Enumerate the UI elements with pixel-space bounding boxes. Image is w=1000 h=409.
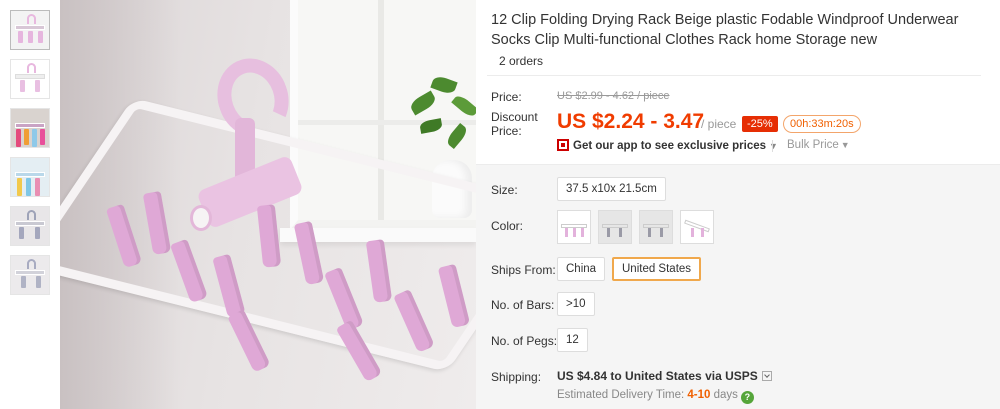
- bulk-price-text: Bulk Price: [787, 139, 839, 151]
- bars-option[interactable]: >10: [557, 292, 595, 316]
- discount-label-line2: Price:: [491, 124, 522, 138]
- thumbnail-5[interactable]: [10, 206, 50, 246]
- qr-code-icon: [557, 139, 569, 151]
- pegs-option[interactable]: 12: [557, 328, 588, 352]
- delivery-estimate: Estimated Delivery Time: 4-10 days?: [557, 389, 754, 404]
- size-option[interactable]: 37.5 x10x 21.5cm: [557, 177, 666, 201]
- product-details: 12 Clip Folding Drying Rack Beige plasti…: [476, 0, 1000, 409]
- app-promo-link[interactable]: Get our app to see exclusive prices ▼: [557, 139, 778, 152]
- discount-price: US $2.24 - 3.47: [557, 110, 705, 133]
- thumbnail-6[interactable]: [10, 255, 50, 295]
- ships-from-label: Ships From:: [491, 263, 556, 277]
- price-label: Price:: [491, 90, 522, 104]
- delivery-suffix: days: [713, 389, 738, 401]
- color-swatch-4[interactable]: [680, 210, 714, 244]
- chevron-down-icon: ▼: [840, 140, 850, 150]
- discount-price-label: Discount Price:: [491, 110, 538, 138]
- chevron-down-icon[interactable]: [761, 371, 772, 381]
- ships-from-china[interactable]: China: [557, 257, 606, 281]
- rack-icon: [27, 14, 36, 24]
- discount-percent-badge: -25%: [742, 116, 778, 132]
- thumbnail-2[interactable]: [10, 59, 50, 99]
- price-unit: / piece: [701, 117, 737, 131]
- thumbnail-3[interactable]: [10, 108, 50, 148]
- orders-count: 2 orders: [487, 49, 981, 76]
- question-circle-icon[interactable]: ?: [740, 391, 754, 404]
- ships-from-united-states[interactable]: United States: [612, 257, 702, 281]
- delivery-days: 4-10: [687, 389, 711, 401]
- color-swatch-2[interactable]: [598, 210, 632, 244]
- color-label: Color:: [491, 219, 524, 233]
- bars-label: No. of Bars:: [491, 298, 555, 312]
- chevron-down-icon: ▼: [769, 141, 778, 151]
- rack-icon: [27, 259, 36, 269]
- thumbnail-4[interactable]: [10, 157, 50, 197]
- rack-icon: [27, 210, 36, 220]
- orders-text: 2 orders: [499, 54, 544, 68]
- color-swatch-3[interactable]: [639, 210, 673, 244]
- pegs-label: No. of Pegs:: [491, 334, 558, 348]
- app-promo-text: Get our app to see exclusive prices: [573, 140, 767, 152]
- thumbnail-1[interactable]: [10, 10, 50, 50]
- delivery-prefix: Estimated Delivery Time:: [557, 389, 685, 401]
- divider: [772, 140, 773, 152]
- countdown-timer: 00h:33m:20s: [783, 115, 861, 133]
- shipping-destination: to United States via USPS: [610, 369, 758, 383]
- size-label: Size:: [491, 183, 518, 197]
- product-title: 12 Clip Folding Drying Rack Beige plasti…: [491, 12, 959, 48]
- shipping-label: Shipping:: [491, 370, 542, 384]
- main-product-image[interactable]: [60, 0, 476, 409]
- original-price: US $2.99 - 4.62 / piece: [557, 90, 670, 102]
- rack-icon: [27, 63, 36, 73]
- bulk-price-dropdown[interactable]: Bulk Price ▼: [787, 139, 850, 151]
- shipping-amount: US $4.84: [557, 369, 608, 383]
- discount-label-line1: Discount: [491, 110, 538, 124]
- color-swatch-1[interactable]: [557, 210, 591, 244]
- shipping-info: US $4.84 to United States via USPS: [557, 369, 772, 383]
- thumbnail-list: [10, 10, 52, 304]
